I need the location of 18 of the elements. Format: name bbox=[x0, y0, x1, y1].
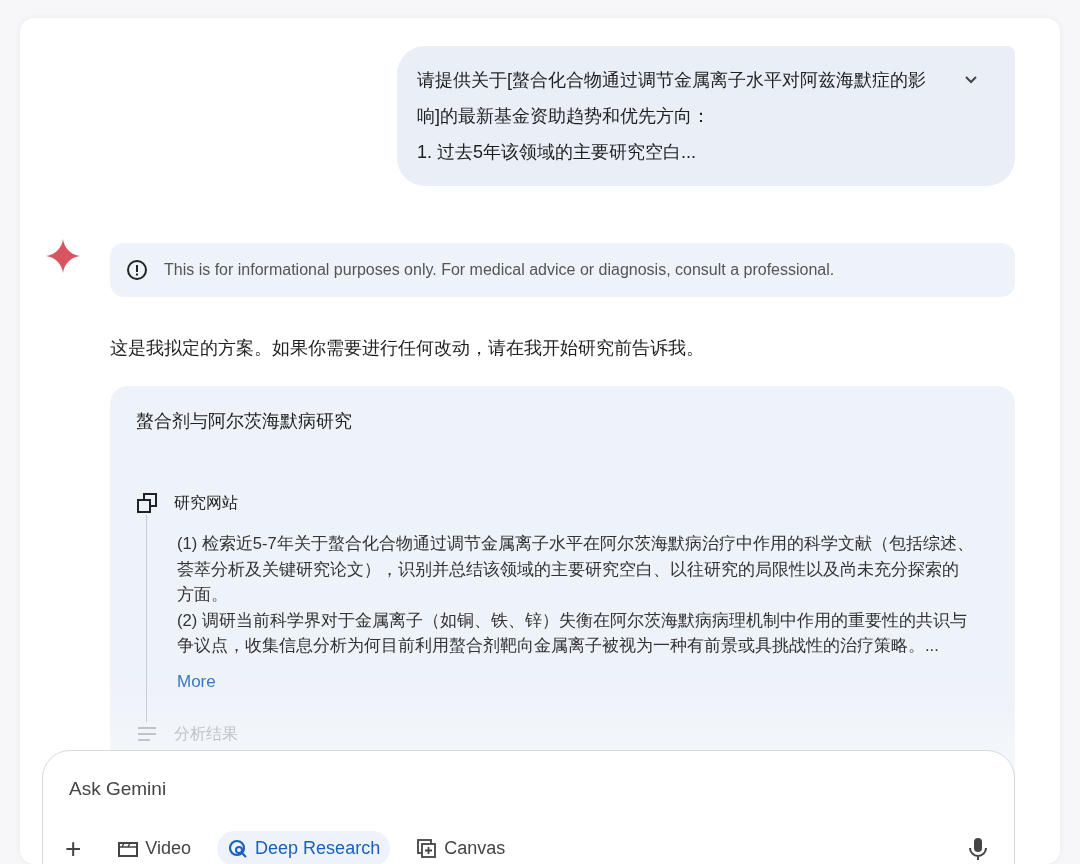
more-link[interactable]: More bbox=[177, 668, 216, 694]
tool-button[interactable]: Video bbox=[107, 831, 202, 864]
message-text: 1. 过去5年该领域的主要研究空白... bbox=[417, 141, 698, 164]
add-window-icon bbox=[416, 837, 439, 860]
tool-button[interactable]: Deep Research bbox=[217, 831, 391, 864]
step-paragraph: (2) 调研当前科学界对于金属离子（如铜、铁、锌）失衡在阿尔茨海默病病理机制中作用的重要性的共识与争议点，收集信息分析为何目前利用螯合剂靶向金属离子被视为一种有前景或具挑战性的治疗策略。... bbox=[177, 609, 968, 656]
tool-button[interactable]: Canvas bbox=[406, 831, 516, 864]
microphone-icon bbox=[968, 836, 988, 861]
add-button[interactable]: + bbox=[55, 823, 92, 864]
reply-text: 这是我拟定的方案。如果你需要进行任何改动，请在我开始研究前告诉我。 bbox=[110, 337, 705, 360]
plan-title: 螯合剂与阿尔茨海默病研究 bbox=[136, 410, 353, 433]
disclaimer-text: This is for informational purposes only. For medical advice or diagnosis, consult a professional. bbox=[164, 260, 835, 280]
message-text: 请提供关于[螯合化合物通过调节金属离子水平对阿兹海默症的影响]的最新基金资助趋势和优先方向： bbox=[417, 69, 927, 128]
step-paragraph: (1) 检索近5-7年关于螯合化合物通过调节金属离子水平在阿尔茨海默病治疗中作用的科学文献（包括综述、荟萃分析及关键研究论文），识别并总结该领域的主要研究空白、以往研究的局限性以及尚未充分探索的方面。 bbox=[177, 533, 975, 605]
sparkle-icon bbox=[45, 238, 81, 274]
windows-icon bbox=[136, 492, 158, 514]
step-label: 研究网站 bbox=[174, 493, 238, 513]
info-icon bbox=[126, 259, 148, 281]
